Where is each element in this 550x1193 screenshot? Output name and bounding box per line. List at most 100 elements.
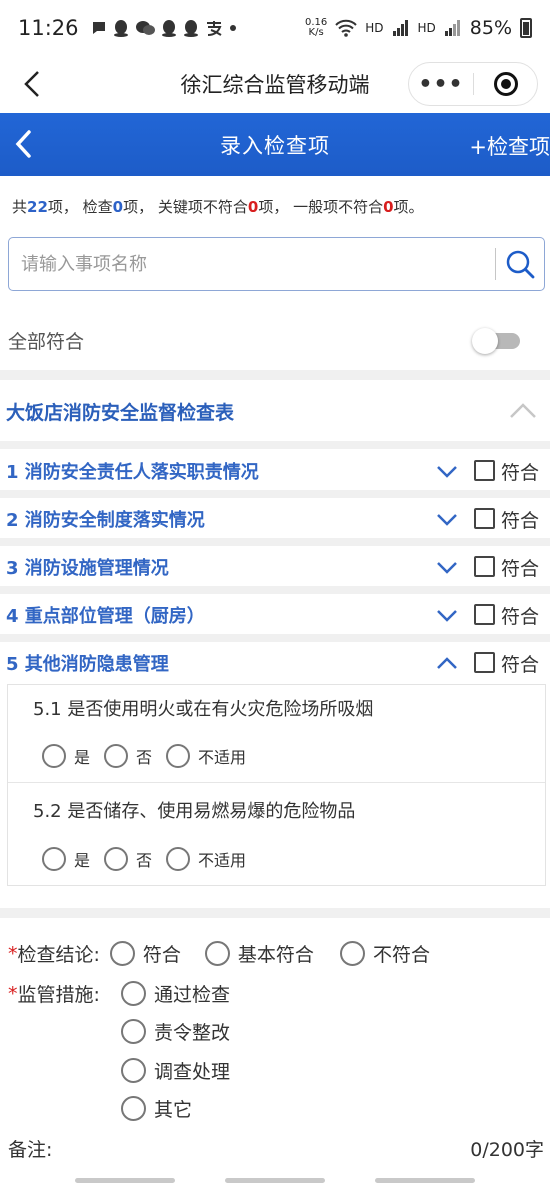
- signal-icon-2: [444, 20, 460, 36]
- checkbox-label: 符合: [501, 510, 540, 532]
- key-fail-count: 0: [247, 198, 259, 216]
- measure-option[interactable]: 其它: [121, 1095, 192, 1122]
- radio-yes[interactable]: [42, 847, 66, 871]
- radio-basic-conform[interactable]: [204, 941, 230, 966]
- section-checkbox[interactable]: [474, 508, 495, 529]
- battery-icon: [520, 18, 532, 38]
- section-row[interactable]: 1 消防安全责任人落实职责情况 符合: [0, 451, 550, 491]
- hd-label-1: HD: [365, 21, 384, 35]
- summary-text: 共: [12, 198, 28, 216]
- required-mark: *: [8, 982, 18, 1005]
- measure-option[interactable]: 通过检查: [121, 980, 230, 1007]
- target-icon: [493, 72, 518, 96]
- section-items-panel: 5.1 是否使用明火或在有火灾危险场所吸烟 是 否 不适用 5.2 是否储存、使…: [7, 684, 546, 886]
- radio-not-applicable[interactable]: [166, 744, 191, 768]
- option-label: 调查处理: [154, 1061, 231, 1083]
- option-label: 不符合: [372, 944, 430, 966]
- page-title: 录入检查项: [220, 133, 330, 158]
- all-conform-row: 全部符合: [0, 318, 550, 362]
- option-label: 是: [74, 851, 91, 870]
- radio-investigate[interactable]: [121, 1058, 146, 1083]
- alipay-icon: [206, 21, 222, 36]
- option-label: 不适用: [198, 851, 247, 870]
- total-count: 22: [27, 198, 48, 216]
- option-label: 是: [74, 748, 91, 767]
- inspection-summary: 共22项， 检查0项， 关键项不符合0项， 一般项不符合0项。: [12, 196, 424, 217]
- mini-program-title: 徐汇综合监管移动端: [180, 73, 370, 97]
- measure-option[interactable]: 调查处理: [121, 1057, 230, 1084]
- net-speed: 0.16 K/s: [305, 18, 327, 38]
- gesture-bar: [0, 1178, 550, 1184]
- search-input[interactable]: [9, 238, 495, 290]
- general-fail-count: 0: [383, 198, 394, 216]
- chevron-down-icon[interactable]: [434, 603, 460, 627]
- battery-percent: 85%: [469, 17, 512, 39]
- option-label: 符合: [142, 944, 181, 966]
- checked-count: 0: [112, 198, 124, 216]
- divider: [0, 586, 550, 594]
- section-checkbox[interactable]: [474, 556, 495, 577]
- checkbox-label: 符合: [501, 462, 540, 484]
- radio-not-applicable[interactable]: [166, 847, 191, 871]
- back-button[interactable]: [12, 64, 52, 104]
- option-label: 否: [136, 851, 153, 870]
- chevron-left-icon: [15, 130, 31, 158]
- all-conform-label: 全部符合: [8, 330, 85, 353]
- wechat-icon: [135, 21, 155, 35]
- radio-no[interactable]: [104, 847, 129, 871]
- item-question: 5.1 是否使用明火或在有火灾危险场所吸烟: [33, 699, 374, 720]
- page-header: 录入检查项 +检查项: [0, 113, 550, 176]
- notification-icons: [91, 19, 237, 37]
- divider: [0, 370, 550, 380]
- measures-row: * 监管措施:: [8, 980, 100, 1007]
- wifi-icon: [335, 19, 357, 37]
- summary-text: 项， 检查: [47, 198, 113, 216]
- search-button[interactable]: [496, 238, 544, 290]
- chevron-down-icon[interactable]: [434, 507, 460, 531]
- section-title: 3 消防设施管理情况: [6, 558, 169, 579]
- radio-not-conform[interactable]: [339, 941, 365, 966]
- conclusion-option[interactable]: 符合: [109, 940, 181, 967]
- all-conform-toggle[interactable]: [472, 328, 522, 354]
- item-options: 是 否 不适用: [42, 847, 260, 871]
- section-checkbox[interactable]: [474, 460, 495, 481]
- checkbox-label: 符合: [501, 606, 540, 628]
- option-label: 否: [136, 748, 153, 767]
- chevron-left-icon: [24, 71, 39, 97]
- section-row[interactable]: 2 消防安全制度落实情况 符合: [0, 499, 550, 539]
- section-row[interactable]: 5 其他消防隐患管理 符合: [0, 643, 550, 683]
- summary-text: 项， 关键项不符合: [123, 198, 248, 216]
- section-row[interactable]: 4 重点部位管理（厨房） 符合: [0, 595, 550, 635]
- chevron-down-icon[interactable]: [434, 459, 460, 483]
- measure-option[interactable]: 责令整改: [121, 1018, 230, 1045]
- radio-other[interactable]: [121, 1096, 146, 1121]
- conclusion-option[interactable]: 不符合: [339, 940, 430, 967]
- required-mark: *: [8, 942, 18, 965]
- mini-program-header: 徐汇综合监管移动端 •••: [0, 56, 550, 112]
- chevron-up-icon[interactable]: [434, 651, 460, 675]
- page-back-button[interactable]: [6, 127, 40, 161]
- qq-icon-2: [161, 20, 176, 37]
- section-checkbox[interactable]: [474, 652, 495, 673]
- section-row[interactable]: 3 消防设施管理情况 符合: [0, 547, 550, 587]
- radio-rectify[interactable]: [121, 1019, 146, 1044]
- summary-text: 项， 一般项不符合: [258, 198, 384, 216]
- form-collapse-button[interactable]: [508, 398, 538, 426]
- capsule-menu: •••: [408, 62, 538, 106]
- divider: [0, 908, 550, 918]
- section-checkbox[interactable]: [474, 604, 495, 625]
- add-check-item-button[interactable]: +检查项: [469, 131, 550, 161]
- conclusion-option[interactable]: 基本符合: [204, 940, 314, 967]
- radio-conform[interactable]: [109, 941, 135, 966]
- radio-yes[interactable]: [42, 744, 66, 768]
- radio-pass[interactable]: [121, 981, 146, 1006]
- divider: [0, 538, 550, 546]
- radio-no[interactable]: [104, 744, 129, 768]
- chevron-down-icon[interactable]: [434, 555, 460, 579]
- section-title: 5 其他消防隐患管理: [6, 654, 169, 675]
- close-mini-program-button[interactable]: [474, 72, 537, 96]
- message-icon: [92, 22, 105, 34]
- more-button[interactable]: •••: [409, 72, 473, 97]
- form-title: 大饭店消防安全监督检查表: [6, 402, 235, 424]
- section-title: 2 消防安全制度落实情况: [6, 510, 205, 531]
